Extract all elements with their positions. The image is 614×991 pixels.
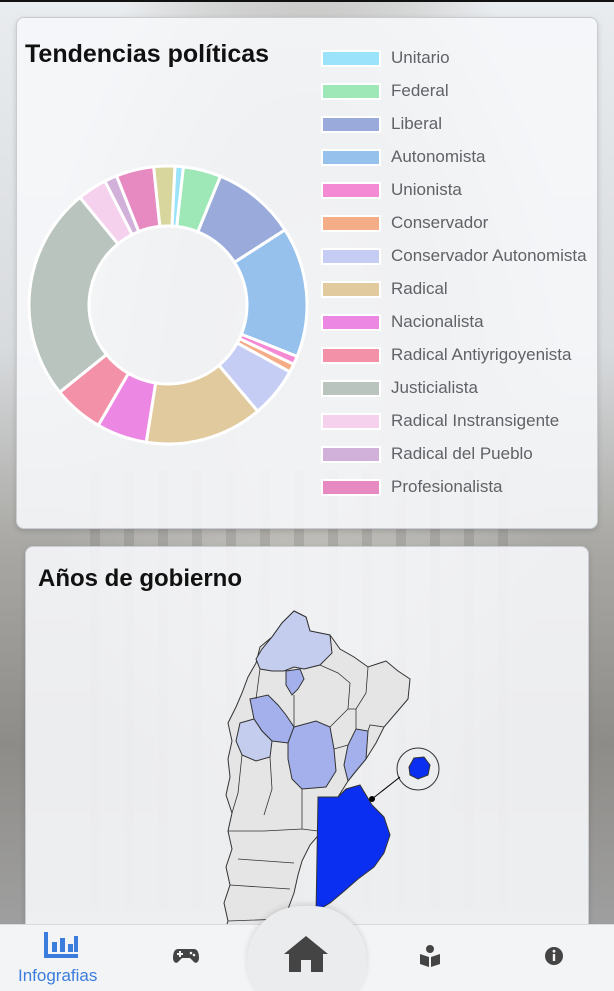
legend-swatch [321, 248, 381, 265]
legend-swatch [321, 149, 381, 166]
legend-item[interactable]: Radical Antiyrigoyenista [321, 345, 597, 365]
legend-swatch [321, 83, 381, 100]
status-bar [0, 0, 614, 2]
legend-item[interactable]: Unionista [321, 180, 597, 200]
legend-label: Radical Antiyrigoyenista [391, 345, 572, 364]
legend-label: Conservador Autonomista [391, 246, 587, 265]
info-icon [545, 947, 563, 965]
home-icon [284, 936, 328, 972]
legend-label: Justicialista [391, 378, 478, 397]
legend-label: Radical del Pueblo [391, 444, 533, 463]
gamepad-icon [173, 949, 199, 963]
legend-swatch [321, 50, 381, 67]
legend-swatch [321, 314, 381, 331]
legend-swatch [321, 446, 381, 463]
legend-item[interactable]: Profesionalista [321, 477, 597, 497]
nav-infographics-label[interactable]: Infografias [18, 966, 97, 986]
legend-swatch [321, 116, 381, 133]
legend-label: Federal [391, 81, 449, 100]
legend-item[interactable]: Conservador [321, 213, 597, 233]
legend-swatch [321, 215, 381, 232]
government-years-title: Años de gobierno [38, 565, 242, 592]
legend-label: Profesionalista [391, 477, 503, 496]
legend-item[interactable]: Autonomista [321, 147, 597, 167]
political-trends-title: Tendencias políticas [25, 40, 270, 68]
map-province-cordoba [287, 720, 337, 790]
legend-item[interactable]: Nacionalista [321, 312, 597, 332]
donut-chart [27, 164, 309, 446]
map-caba-connector [371, 776, 401, 800]
legend-item[interactable]: Justicialista [321, 378, 597, 398]
legend-label: Unionista [391, 180, 462, 199]
nav-home-button[interactable] [282, 928, 332, 991]
legend-label: Radical [391, 279, 448, 298]
nav-games-button[interactable] [170, 924, 202, 991]
legend-label: Radical Instransigente [391, 411, 560, 430]
legend-label: Nacionalista [391, 312, 484, 331]
book-reader-icon [420, 945, 440, 967]
map-caba-shape [408, 756, 431, 780]
legend-label: Conservador [391, 213, 489, 232]
legend-swatch [321, 479, 381, 496]
legend-item[interactable]: Radical Instransigente [321, 411, 597, 431]
nav-info-button[interactable] [544, 924, 566, 991]
nav-reading-button[interactable] [418, 924, 442, 991]
political-trends-card: Tendencias políticas Unitario Federal Libe… [16, 17, 598, 529]
legend-swatch [321, 380, 381, 397]
legend-item[interactable]: Federal [321, 81, 597, 101]
legend-swatch [321, 413, 381, 430]
legend-swatch [321, 182, 381, 199]
legend-item[interactable]: Radical [321, 279, 597, 299]
legend-label: Liberal [391, 114, 443, 133]
bar-chart-icon [44, 932, 78, 958]
legend-swatch [321, 347, 381, 364]
legend-item[interactable]: Unitario [321, 48, 597, 68]
legend-label: Unitario [391, 48, 450, 67]
legend-swatch [321, 281, 381, 298]
legend-item[interactable]: Radical del Pueblo [321, 444, 597, 464]
legend-item[interactable]: Conservador Autonomista [321, 246, 597, 266]
legend-label: Autonomista [391, 147, 486, 166]
legend-item[interactable]: Liberal [321, 114, 597, 134]
map-caba-dot [369, 796, 375, 802]
government-years-card: Años de gobierno [25, 546, 589, 966]
